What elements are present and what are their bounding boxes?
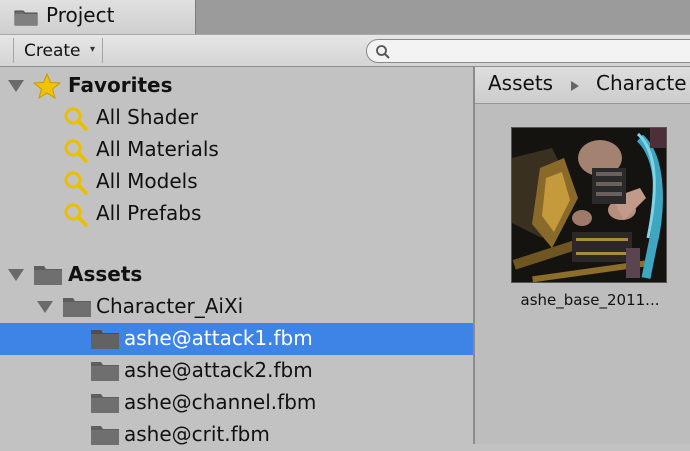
toolbar: Create ▾ bbox=[0, 34, 690, 67]
assets-pane: Assets Characte ashe_base_2011... bbox=[475, 67, 690, 444]
tree-item-assets[interactable]: Assets bbox=[0, 259, 473, 291]
create-button-label: Create bbox=[24, 41, 81, 61]
assets-label: Assets bbox=[68, 262, 143, 286]
search-input[interactable] bbox=[397, 42, 690, 62]
tree-item-ashe-channel[interactable]: ashe@channel.fbm bbox=[0, 387, 473, 419]
texture-thumbnail[interactable] bbox=[511, 127, 667, 283]
tree-item-favorites[interactable]: Favorites bbox=[0, 70, 473, 102]
tree-item-label: All Materials bbox=[96, 137, 219, 161]
folder-label: ashe@channel.fbm bbox=[124, 390, 317, 414]
folder-label: ashe@attack2.fbm bbox=[124, 358, 313, 382]
folder-icon bbox=[90, 392, 120, 418]
tree-item-all-materials[interactable]: All Materials bbox=[0, 134, 473, 166]
breadcrumb-item-assets[interactable]: Assets bbox=[488, 71, 553, 95]
folder-icon bbox=[90, 424, 120, 450]
folder-icon bbox=[90, 360, 120, 386]
tree-item-ashe-crit[interactable]: ashe@crit.fbm bbox=[0, 419, 473, 451]
favorites-label: Favorites bbox=[68, 73, 173, 97]
search-field[interactable] bbox=[366, 39, 690, 63]
search-icon bbox=[62, 138, 90, 168]
tab-project[interactable]: Project bbox=[0, 0, 196, 34]
tree-item-ashe-attack2[interactable]: ashe@attack2.fbm bbox=[0, 355, 473, 387]
tree-item-all-prefabs[interactable]: All Prefabs bbox=[0, 198, 473, 230]
search-icon bbox=[62, 106, 90, 136]
folder-icon bbox=[14, 8, 38, 30]
folder-icon bbox=[33, 264, 63, 290]
tab-strip: Project bbox=[0, 0, 690, 34]
star-icon bbox=[32, 72, 62, 103]
folder-label: ashe@crit.fbm bbox=[124, 422, 270, 446]
chevron-right-icon bbox=[571, 81, 579, 91]
expand-arrow-icon[interactable] bbox=[8, 269, 24, 281]
tree-item-ashe-attack1[interactable]: ashe@attack1.fbm bbox=[0, 323, 473, 355]
search-icon bbox=[62, 202, 90, 232]
folder-label: Character_AiXi bbox=[96, 294, 244, 318]
breadcrumb: Assets Characte bbox=[475, 67, 690, 104]
search-icon bbox=[62, 170, 90, 200]
tree-item-label: All Shader bbox=[96, 105, 199, 129]
folder-icon bbox=[90, 328, 120, 354]
folder-label: ashe@attack1.fbm bbox=[124, 326, 313, 350]
asset-name: ashe_base_2011... bbox=[520, 291, 660, 309]
tab-title: Project bbox=[46, 3, 115, 27]
folder-icon bbox=[62, 296, 92, 322]
tree-item-all-shader[interactable]: All Shader bbox=[0, 102, 473, 134]
tree-item-label: All Prefabs bbox=[96, 201, 202, 225]
expand-arrow-icon[interactable] bbox=[37, 301, 53, 313]
tree-item-label: All Models bbox=[96, 169, 198, 193]
expand-arrow-icon[interactable] bbox=[8, 80, 24, 92]
project-tree: Favorites All Shader All Materials All M… bbox=[0, 67, 473, 446]
tree-item-character-aixi[interactable]: Character_AiXi bbox=[0, 291, 473, 323]
create-button[interactable]: Create ▾ bbox=[13, 38, 103, 63]
chevron-down-icon: ▾ bbox=[90, 44, 96, 55]
tree-item-all-models[interactable]: All Models bbox=[0, 166, 473, 198]
search-icon bbox=[375, 44, 391, 64]
breadcrumb-item-character[interactable]: Characte bbox=[596, 71, 687, 95]
